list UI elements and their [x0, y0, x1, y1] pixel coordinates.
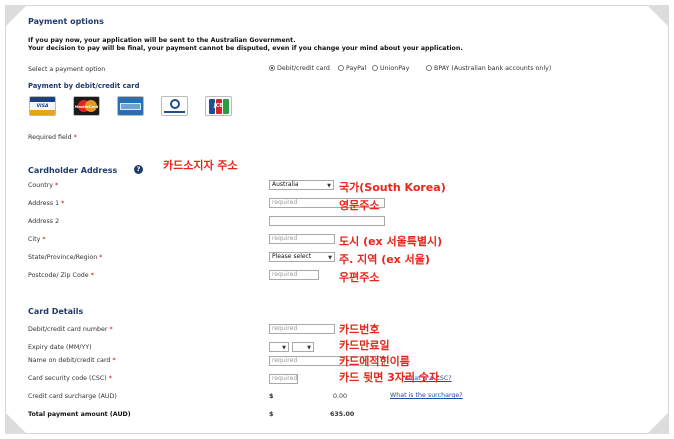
annotation-csc: 카드 뒷면 3자리 숫자: [339, 371, 440, 384]
corner-decoration: [5, 412, 27, 434]
postcode-input[interactable]: required: [269, 270, 319, 280]
chevron-down-icon: ▼: [328, 255, 332, 261]
payment-option-paypal[interactable]: PayPal: [338, 65, 366, 72]
country-label: Country *: [28, 182, 59, 189]
country-select[interactable]: Australia ▼: [269, 180, 334, 190]
payment-option-unionpay[interactable]: UnionPay: [372, 65, 409, 72]
annotation-state: 주. 지역 (ex 서울): [339, 253, 430, 266]
payment-option-card[interactable]: Debit/credit card: [269, 65, 330, 72]
expiry-month-select[interactable]: ▼: [269, 342, 289, 352]
address2-label: Address 2: [28, 218, 60, 225]
annotation-address1: 영문주소: [339, 199, 380, 212]
corner-decoration: [647, 412, 669, 434]
expiry-year-select[interactable]: ▼: [292, 342, 314, 352]
radio-icon[interactable]: [372, 65, 378, 71]
radio-icon[interactable]: [338, 65, 344, 71]
state-select[interactable]: Please select ▼: [269, 252, 335, 262]
mastercard-card-icon: MasterCard: [73, 96, 100, 116]
city-label: City *: [28, 236, 46, 243]
total-amount: 635.00: [330, 411, 355, 418]
payment-option-bpay[interactable]: BPAY (Australian bank accounts only): [426, 65, 551, 72]
annotation-country: 국가(South Korea): [339, 181, 446, 194]
annotation-cardholder: 카드소지자 주소: [163, 159, 238, 172]
chevron-down-icon: ▼: [282, 345, 286, 351]
radio-icon[interactable]: [426, 65, 432, 71]
annotation-city: 도시 (ex 서울특별시): [339, 235, 443, 248]
surcharge-currency: $: [269, 393, 274, 400]
total-currency: $: [269, 411, 274, 418]
annotation-expiry: 카드만료일: [339, 339, 390, 352]
notice-line-1: If you pay now, your application will be…: [28, 37, 296, 44]
surcharge-help-link[interactable]: What is the surcharge?: [390, 392, 463, 399]
address2-input[interactable]: [269, 216, 385, 226]
required-field-note: Required field *: [28, 134, 77, 141]
corner-decoration: [647, 5, 669, 27]
cardholder-section-title: Cardholder Address: [28, 166, 118, 175]
payment-option-label: Select a payment option: [28, 66, 106, 73]
address1-label: Address 1 *: [28, 200, 65, 207]
card-name-label: Name on debit/credit card *: [28, 357, 116, 364]
notice-line-2: Your decision to pay will be final, your…: [28, 45, 463, 52]
postcode-label: Postcode/ Zip Code *: [28, 272, 94, 279]
card-section-title: Payment by debit/credit card: [28, 82, 140, 90]
expiry-label: Expiry date (MM/YY): [28, 344, 92, 351]
csc-input[interactable]: required: [269, 374, 298, 384]
card-number-label: Debit/credit card number *: [28, 326, 113, 333]
corner-decoration: [5, 5, 27, 27]
annotation-postcode: 우편주소: [339, 271, 380, 284]
total-label: Total payment amount (AUD): [28, 411, 131, 418]
surcharge-amount: 0.00: [333, 393, 348, 400]
jcb-card-icon: JCB: [205, 96, 232, 116]
annotation-card-name: 카드에적힌이름: [339, 355, 410, 368]
chevron-down-icon: ▼: [327, 183, 331, 189]
state-label: State/Province/Region *: [28, 254, 103, 261]
radio-icon[interactable]: [269, 65, 275, 71]
surcharge-label: Credit card surcharge (AUD): [28, 393, 117, 400]
card-details-title: Card Details: [28, 307, 84, 316]
city-input[interactable]: required: [269, 234, 335, 244]
visa-card-icon: VISA: [29, 96, 56, 116]
help-icon[interactable]: ?: [134, 165, 143, 174]
csc-label: Card security code (CSC) *: [28, 375, 112, 382]
card-number-input[interactable]: required: [269, 324, 335, 334]
annotation-card-number: 카드번호: [339, 323, 380, 336]
diners-card-icon: [161, 96, 188, 116]
amex-card-icon: [117, 96, 144, 116]
page-title: Payment options: [28, 17, 104, 26]
chevron-down-icon: ▼: [307, 345, 311, 351]
